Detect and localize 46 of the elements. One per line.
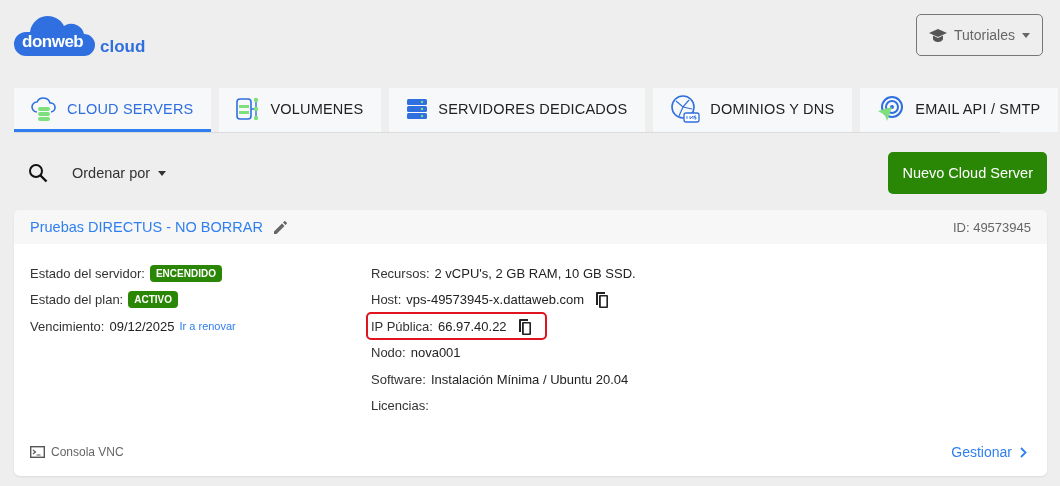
search-icon[interactable] [28,163,48,183]
field-label: Host: [371,292,402,308]
status-badge: ACTIVO [128,291,178,309]
pencil-icon[interactable] [272,219,288,235]
new-server-button[interactable]: Nuevo Cloud Server [888,152,1047,194]
console-link[interactable]: Consola VNC [30,445,124,459]
globe-dns-icon [670,94,701,123]
server-name-link[interactable]: Pruebas DIRECTUS - NO BORRAR [30,219,263,235]
field-value: Instalación Mínima / Ubuntu 20.04 [430,371,629,387]
tab[interactable]: CLOUD SERVERS [14,88,212,132]
cloud-server-icon [31,96,57,121]
database-icon [236,96,261,121]
copy-icon[interactable] [594,291,609,309]
renew-link[interactable]: Ir a renovar [179,320,236,333]
field-value: vps-49573945-x.dattaweb.com [406,292,585,308]
field-value: nova001 [410,345,461,361]
tab[interactable]: EMAIL API / SMTP [860,88,1059,132]
field-label: Recursos: [371,265,430,281]
field-label: Nodo: [371,345,406,361]
copy-icon[interactable] [516,317,531,335]
tab[interactable]: SERVIDORES DEDICADOS [389,88,646,132]
field-value: 66.97.40.22 [437,318,507,334]
caret-icon [1022,32,1030,38]
field-value: 09/12/2025 [109,318,175,334]
logo-name: donweb [22,32,84,52]
field-value: 2 vCPU's, 2 GB RAM, 10 GB SSD. [434,265,636,281]
field-label: Vencimiento: [30,318,105,334]
sort-dropdown[interactable]: Ordenar por [66,164,173,182]
field-label: Estado del servidor: [30,265,145,281]
field-label: Estado del plan: [30,292,124,308]
caret-icon [158,170,167,176]
logo-suffix: cloud [100,37,146,57]
tutorials-button[interactable]: Tutoriales [916,14,1043,56]
server-id: ID: 49573945 [952,219,1031,235]
target-send-icon [877,95,906,122]
chevron-right-icon [1020,446,1027,458]
status-badge: ENCENDIDO [149,264,222,282]
tab[interactable]: VOLUMENES [219,88,382,132]
terminal-icon [30,446,45,458]
manage-link[interactable]: Gestionar [951,444,1027,460]
tab[interactable]: DOMINIOS Y DNS [653,88,853,132]
graduation-cap-icon [929,28,948,42]
server-rack-icon [406,97,429,120]
field-label: IP Pública: [371,318,433,334]
field-label: Software: [371,371,426,387]
field-label: Licencias: [371,398,429,414]
